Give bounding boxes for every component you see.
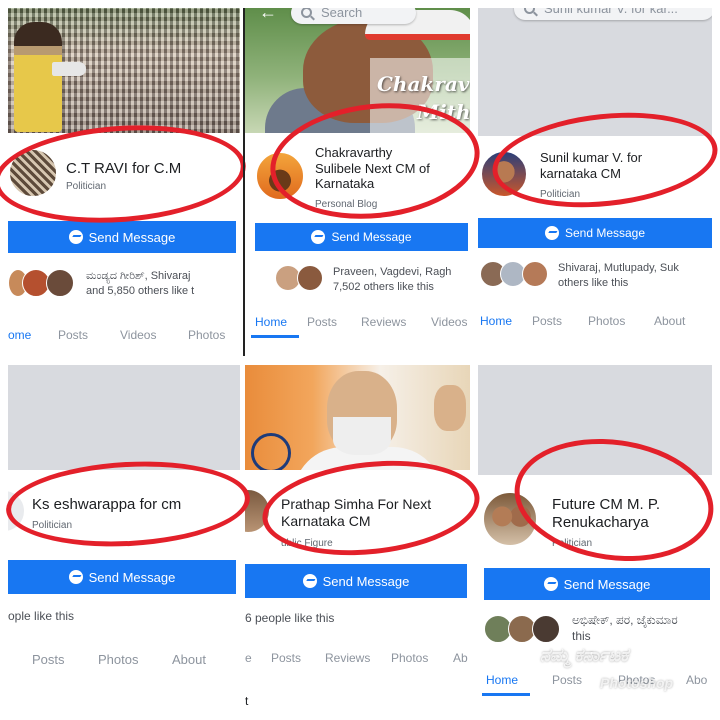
messenger-icon xyxy=(68,570,83,584)
tab-reviews[interactable]: Reviews xyxy=(325,651,370,665)
footer-fragment: t xyxy=(245,694,249,708)
friend-avatar xyxy=(532,615,560,643)
tab-home[interactable]: Home xyxy=(480,314,512,328)
tab-home[interactable]: Home xyxy=(255,315,287,329)
search-icon xyxy=(301,8,312,18)
friend-avatar xyxy=(46,269,74,297)
active-tab-indicator xyxy=(482,693,530,696)
tab-about[interactable]: About xyxy=(172,652,206,667)
likes-summary[interactable]: ಮಂಡ್ಯದ ಗೀರಿಶ್, Shivaraj and 5,850 others… xyxy=(86,269,240,299)
send-message-label: Send Message xyxy=(564,226,646,240)
tab-posts[interactable]: Posts xyxy=(32,652,65,667)
tab-home[interactable]: Home xyxy=(486,673,518,687)
active-tab-indicator xyxy=(251,335,299,338)
send-message-label: Send Message xyxy=(322,573,410,589)
megaphone xyxy=(52,62,86,76)
messenger-icon xyxy=(302,574,317,588)
cover-photo[interactable] xyxy=(8,365,240,470)
cover-photo[interactable] xyxy=(245,365,470,470)
send-message-button[interactable]: Send Message xyxy=(255,223,468,251)
cover-photo[interactable] xyxy=(8,8,240,133)
tab-posts[interactable]: Posts xyxy=(271,651,301,665)
search-placeholder: Search xyxy=(321,8,363,20)
search-input[interactable]: Sunil kumar V. for kar... xyxy=(514,8,712,20)
messenger-icon xyxy=(544,226,559,240)
send-message-label: Send Message xyxy=(88,569,176,585)
likes-summary[interactable]: Shivaraj, Mutlupady, Suk others like thi… xyxy=(558,261,712,291)
tab-photos[interactable]: Photos xyxy=(188,328,225,342)
friend-avatar xyxy=(297,265,323,291)
likes-summary[interactable]: 6 people like this xyxy=(245,610,445,626)
hand-shape xyxy=(434,385,466,431)
likes-summary[interactable]: Praveen, Vagdevi, Ragh 7,502 others like… xyxy=(333,265,470,295)
send-message-button[interactable]: Send Message xyxy=(8,221,236,253)
send-message-button[interactable]: Send Message xyxy=(484,568,710,600)
messenger-icon xyxy=(68,230,83,244)
back-arrow-icon[interactable]: ← xyxy=(259,8,277,23)
tab-home[interactable]: ome xyxy=(8,328,31,342)
send-message-button[interactable]: Send Message xyxy=(478,218,712,248)
send-message-label: Send Message xyxy=(88,229,176,245)
tab-posts[interactable]: Posts xyxy=(552,673,582,687)
tab-posts[interactable]: Posts xyxy=(58,328,88,342)
watermark-text: Photoshop xyxy=(600,675,674,691)
messenger-icon xyxy=(311,230,326,244)
tab-videos[interactable]: Videos xyxy=(120,328,156,342)
beard-shape xyxy=(333,417,391,455)
speaker-figure xyxy=(14,22,62,132)
likes-summary[interactable]: ಅಭಿಷೇಕ್, ಪರ, ಜೈಕುಮಾರ this xyxy=(572,612,712,644)
messenger-icon xyxy=(543,577,558,591)
send-message-button[interactable]: Send Message xyxy=(245,564,467,598)
likes-summary[interactable]: ople like this xyxy=(8,608,208,624)
cover-caption: Chakrav xyxy=(377,72,470,96)
tab-about[interactable]: Abo xyxy=(686,673,707,687)
search-input[interactable]: Search xyxy=(291,8,416,24)
tab-photos[interactable]: Photos xyxy=(98,652,138,667)
search-icon xyxy=(524,8,535,14)
ashoka-wheel xyxy=(251,433,291,470)
tab-photos[interactable]: Photos xyxy=(588,314,625,328)
panel-divider xyxy=(243,8,245,356)
tab-videos[interactable]: Videos xyxy=(431,315,467,329)
tab-reviews[interactable]: Reviews xyxy=(361,315,406,329)
friend-avatar xyxy=(522,261,548,287)
tab-home[interactable]: e xyxy=(245,651,252,665)
search-placeholder: Sunil kumar V. for kar... xyxy=(544,8,678,16)
watermark-text: ನಮ್ಮ ಕರ್ನಾಟಕ xyxy=(540,645,629,665)
tab-posts[interactable]: Posts xyxy=(307,315,337,329)
tab-about[interactable]: Ab xyxy=(453,651,468,665)
tab-photos[interactable]: Photos xyxy=(391,651,428,665)
send-message-label: Send Message xyxy=(331,230,412,244)
send-message-button[interactable]: Send Message xyxy=(8,560,236,594)
tab-posts[interactable]: Posts xyxy=(532,314,562,328)
send-message-label: Send Message xyxy=(563,576,651,592)
tab-about[interactable]: About xyxy=(654,314,685,328)
